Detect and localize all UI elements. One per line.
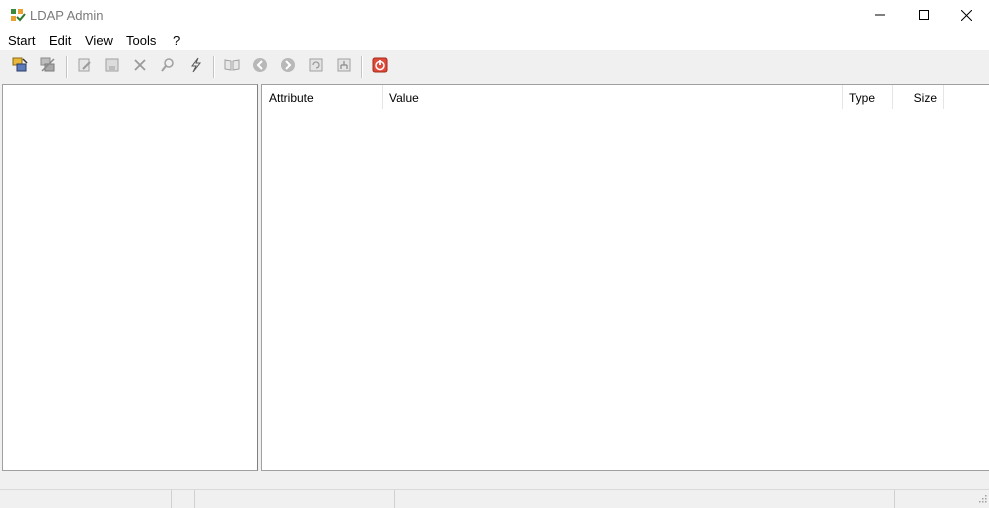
refresh-button[interactable]	[304, 55, 328, 77]
ldap-admin-app-icon	[10, 8, 26, 24]
toolbar-separator	[213, 56, 215, 78]
disconnect-icon	[39, 56, 57, 77]
save-icon	[104, 57, 120, 76]
search-button[interactable]	[156, 55, 180, 77]
disconnect-button[interactable]	[36, 55, 60, 77]
minimize-button[interactable]	[857, 0, 903, 30]
resize-grip-icon[interactable]	[977, 491, 987, 506]
menu-bar: Start Edit View Tools ?	[0, 30, 989, 50]
column-header-type[interactable]: Type	[843, 85, 893, 109]
column-header-attribute[interactable]: Attribute	[262, 85, 383, 109]
attributes-list-pane[interactable]: Attribute Value Type Size	[261, 84, 989, 471]
toolbar	[0, 50, 989, 83]
toolbar-separator	[361, 56, 363, 78]
forward-icon	[280, 57, 296, 76]
minimize-icon	[875, 10, 885, 20]
column-header-value[interactable]: Value	[383, 85, 843, 109]
menu-tools[interactable]: Tools	[126, 33, 156, 48]
schema-icon	[223, 57, 241, 76]
maximize-button[interactable]	[901, 0, 947, 30]
maximize-icon	[919, 10, 929, 20]
save-button[interactable]	[100, 55, 124, 77]
status-panel	[194, 490, 395, 508]
edit-entry-button[interactable]	[73, 55, 97, 77]
close-icon	[960, 9, 972, 21]
directory-tree-pane[interactable]	[2, 84, 258, 471]
ldap-query-icon	[188, 57, 204, 76]
close-button[interactable]	[943, 0, 989, 30]
schema-button[interactable]	[220, 55, 244, 77]
hierarchy-button[interactable]	[332, 55, 356, 77]
exit-icon	[372, 57, 388, 76]
status-panel	[0, 490, 172, 508]
hierarchy-icon	[336, 57, 352, 76]
delete-icon	[132, 57, 148, 76]
menu-start[interactable]: Start	[8, 33, 35, 48]
menu-edit[interactable]: Edit	[49, 33, 71, 48]
toolbar-separator	[66, 56, 68, 78]
search-icon	[160, 57, 176, 76]
menu-view[interactable]: View	[85, 33, 113, 48]
connect-icon	[11, 56, 29, 77]
delete-button[interactable]	[128, 55, 152, 77]
back-button[interactable]	[248, 55, 272, 77]
status-panel	[394, 490, 895, 508]
menu-help[interactable]: ?	[173, 33, 180, 48]
status-panel	[171, 490, 195, 508]
forward-button[interactable]	[276, 55, 300, 77]
connect-button[interactable]	[8, 55, 32, 77]
column-header-size[interactable]: Size	[893, 85, 944, 109]
window-title: LDAP Admin	[30, 8, 104, 23]
exit-button[interactable]	[368, 55, 392, 77]
title-bar: LDAP Admin	[0, 0, 989, 30]
back-icon	[252, 57, 268, 76]
refresh-icon	[308, 57, 324, 76]
status-bar	[0, 489, 989, 508]
ldap-query-button[interactable]	[184, 55, 208, 77]
edit-entry-icon	[77, 57, 93, 76]
